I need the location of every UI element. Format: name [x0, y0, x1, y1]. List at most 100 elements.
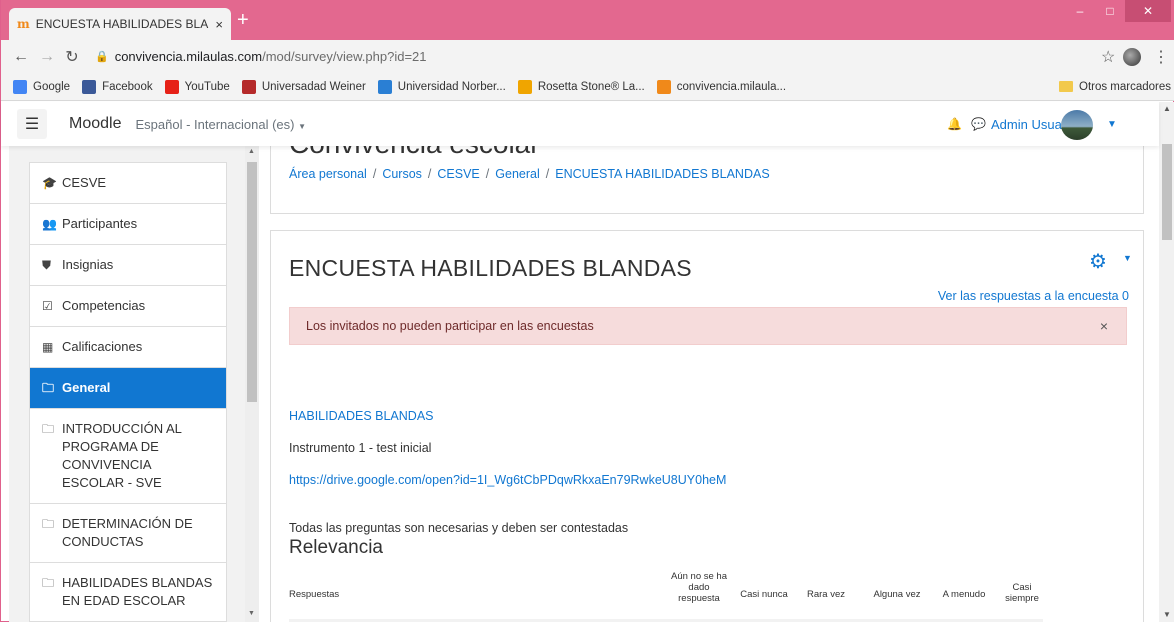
breadcrumb-item[interactable]: Área personal — [289, 167, 367, 181]
course-title: Convivencia escolar — [289, 146, 540, 160]
breadcrumb-item[interactable]: Cursos — [382, 167, 422, 181]
survey-card: ENCUESTA HABILIDADES BLANDAS ⚙ ▼ Ver las… — [270, 230, 1144, 622]
bookmark-label: Rosetta Stone® La... — [537, 80, 645, 93]
tab-close-icon[interactable]: × — [215, 17, 223, 32]
norbert-icon — [377, 79, 392, 94]
folder-icon: 🗀 — [42, 517, 55, 531]
sidebar-item[interactable]: ☑ Competencias — [30, 286, 226, 327]
maximize-button[interactable]: □ — [1095, 0, 1125, 22]
folder-icon: 🗀 — [42, 576, 55, 590]
view-responses-link[interactable]: Ver las respuestas a la encuesta 0 — [938, 289, 1129, 303]
bookmark-label: YouTube — [184, 80, 230, 93]
back-icon[interactable]: ← — [13, 48, 29, 66]
page-scroll-thumb[interactable] — [1162, 144, 1172, 240]
page-scrollbar[interactable]: ▲ ▼ — [1159, 102, 1174, 622]
user-avatar[interactable] — [1061, 110, 1093, 140]
sidebar-scroll-thumb[interactable] — [247, 162, 257, 402]
bookmark-star-icon[interactable]: ☆ — [1101, 47, 1115, 67]
chevron-down-icon: ▼ — [298, 121, 307, 131]
address-bar: ← → ↻ 🔒 convivencia.milaulas.com/mod/sur… — [1, 40, 1174, 73]
sidebar-item-label: DETERMINACIÓN DE CONDUCTAS — [62, 516, 193, 549]
folder-icon: 🗀 — [42, 381, 55, 395]
alert-close-icon[interactable]: × — [1100, 318, 1108, 334]
sidebar-item[interactable]: 🗀 General — [30, 368, 226, 409]
bookmark-label: Facebook — [102, 80, 153, 93]
sidebar-item-label: Insignias — [62, 257, 114, 272]
table-icon: ▦ — [42, 340, 54, 354]
breadcrumb-item[interactable]: CESVE — [437, 167, 479, 181]
bookmark-item[interactable]: Universadad Weiner — [241, 79, 366, 94]
sidebar-item-label: HABILIDADES BLANDAS EN EDAD ESCOLAR — [62, 575, 213, 608]
notification-bell-icon[interactable]: 🔔 — [947, 117, 962, 131]
title-bar: m ENCUESTA HABILIDADES BLAND × + – □ ✕ — [1, 0, 1174, 40]
survey-table-header: Respuestas Aún no se ha dado respuesta C… — [289, 571, 1039, 621]
scroll-down-icon[interactable]: ▼ — [1163, 610, 1171, 619]
sidebar-item[interactable]: 🗀 HABILIDADES BLANDAS EN EDAD ESCOLAR — [30, 563, 226, 622]
shield-icon: ⛊ — [42, 258, 52, 272]
sidebar-item[interactable]: 🎓 CESVE — [30, 163, 226, 204]
language-selector[interactable]: Español - Internacional (es) ▼ — [135, 117, 306, 132]
sidebar-item-label: General — [62, 380, 111, 395]
moodle-icon — [656, 79, 671, 94]
bookmark-item[interactable]: Google — [13, 79, 71, 94]
breadcrumb-item[interactable]: ENCUESTA HABILIDADES BLANDAS — [555, 167, 769, 181]
gear-icon[interactable]: ⚙ — [1089, 249, 1107, 274]
bookmark-label: Google — [33, 80, 71, 93]
bookmark-label: Universadad Weiner — [261, 80, 366, 93]
other-bookmarks[interactable]: Otros marcadores — [1059, 81, 1171, 93]
bookmarks-bar: Google Facebook YouTube Universadad Weiner U… — [1, 73, 1174, 101]
sidebar-item[interactable]: 🗀 INTRODUCCIÓN AL PROGRAMA DE CONVIVENCIA… — [30, 409, 226, 504]
sidebar-item[interactable]: ▦ Calificaciones — [30, 327, 226, 368]
folder-icon: 🗀 — [42, 422, 55, 436]
breadcrumb-separator: / — [545, 167, 550, 181]
bookmark-item[interactable]: YouTube — [164, 79, 230, 94]
drive-link[interactable]: https://drive.google.com/open?id=1I_Wg6t… — [289, 473, 726, 487]
gear-chevron-icon[interactable]: ▼ — [1123, 253, 1132, 263]
sidebar-item-label: Calificaciones — [62, 339, 143, 354]
facebook-icon — [82, 79, 97, 94]
bookmark-item[interactable]: Facebook — [82, 79, 153, 94]
table-header-cell: A menudo — [942, 589, 986, 600]
sidebar-item[interactable]: ⛊ Insignias — [30, 245, 226, 286]
scroll-up-icon[interactable]: ▲ — [1163, 104, 1171, 113]
intro-link[interactable]: HABILIDADES BLANDAS — [289, 409, 434, 423]
rosetta-icon — [517, 79, 532, 94]
url-field[interactable]: convivencia.milaulas.com/mod/survey/view… — [115, 49, 427, 64]
table-header-cell: Respuestas — [289, 589, 340, 600]
sidebar-item[interactable]: 🗀 DETERMINACIÓN DE CONDUCTAS — [30, 504, 226, 563]
sidebar-scrollbar[interactable]: ▲ ▼ — [245, 146, 259, 622]
breadcrumb-separator: / — [485, 167, 490, 181]
scroll-down-icon[interactable]: ▼ — [248, 610, 255, 617]
browser-tab[interactable]: m ENCUESTA HABILIDADES BLAND × — [9, 8, 231, 40]
user-menu-chevron-icon[interactable]: ▼ — [1107, 119, 1117, 130]
close-window-button[interactable]: ✕ — [1125, 0, 1171, 22]
menu-dots-icon[interactable]: ⋮ — [1153, 47, 1169, 67]
table-header-cell: Alguna vez — [873, 589, 921, 600]
lock-icon[interactable]: 🔒 — [95, 50, 109, 63]
bookmark-item[interactable]: convivencia.milaula... — [656, 79, 787, 94]
breadcrumb-item[interactable]: General — [495, 167, 539, 181]
site-brand[interactable]: Moodle — [69, 115, 121, 133]
reload-icon[interactable]: ↻ — [65, 47, 79, 67]
bookmark-label: convivencia.milaula... — [676, 80, 787, 93]
folder-icon — [1059, 81, 1073, 92]
weiner-icon — [241, 79, 256, 94]
messages-icon[interactable]: 💬 — [971, 117, 986, 131]
bookmark-item[interactable]: Rosetta Stone® La... — [517, 79, 645, 94]
hamburger-menu-icon[interactable]: ☰ — [17, 109, 47, 139]
graduation-cap-icon: 🎓 — [42, 176, 57, 190]
guest-alert: Los invitados no pueden participar en la… — [289, 307, 1127, 345]
minimize-button[interactable]: – — [1065, 0, 1095, 22]
forward-icon[interactable]: → — [39, 48, 55, 66]
table-header-cell: Aún no se ha dado respuesta — [671, 571, 727, 604]
profile-avatar[interactable] — [1123, 48, 1141, 66]
bookmark-label: Universidad Norber... — [397, 80, 506, 93]
sidebar-item-label: Participantes — [62, 216, 138, 231]
scroll-up-icon[interactable]: ▲ — [248, 148, 255, 155]
sidebar-item[interactable]: 👥 Participantes — [30, 204, 226, 245]
browser-window: m ENCUESTA HABILIDADES BLAND × + – □ ✕ ←… — [0, 0, 1174, 622]
bookmark-item[interactable]: Universidad Norber... — [377, 79, 506, 94]
moodle-navbar: ☰ Moodle Español - Internacional (es) ▼ … — [1, 102, 1159, 146]
intro-text: Instrumento 1 - test inicial — [289, 441, 432, 455]
new-tab-button[interactable]: + — [237, 10, 249, 30]
